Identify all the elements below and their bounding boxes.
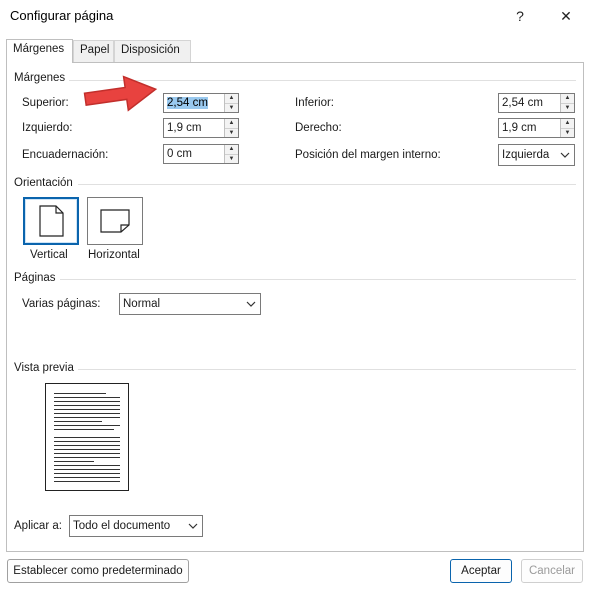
right-margin-value[interactable]: 1,9 cm [499, 119, 560, 137]
landscape-label[interactable]: Horizontal [88, 249, 140, 261]
orientation-section-label: Orientación [14, 177, 77, 189]
preview-divider [76, 369, 576, 370]
landscape-page-icon [100, 209, 130, 233]
top-margin-label: Superior: [22, 97, 69, 109]
chevron-down-icon [184, 523, 202, 529]
pages-section-label: Páginas [14, 272, 60, 284]
spin-up-icon[interactable]: ▲ [561, 94, 574, 104]
portrait-option[interactable] [23, 197, 79, 245]
red-arrow-icon [82, 74, 160, 114]
gutter-spinner[interactable]: 0 cm ▲ ▼ [163, 144, 239, 164]
bottom-margin-value[interactable]: 2,54 cm [499, 94, 560, 112]
tab-papel[interactable]: Papel [73, 40, 114, 62]
gutter-label: Encuadernación: [22, 149, 109, 161]
spin-up-icon[interactable]: ▲ [225, 119, 238, 129]
spin-down-icon[interactable]: ▼ [561, 128, 574, 137]
spin-down-icon[interactable]: ▼ [225, 154, 238, 163]
right-margin-arrows[interactable]: ▲ ▼ [560, 119, 574, 137]
landscape-option[interactable] [87, 197, 143, 245]
gutter-position-select[interactable]: Izquierda [498, 144, 575, 166]
multiple-pages-label: Varias páginas: [22, 298, 101, 310]
top-margin-arrows[interactable]: ▲ ▼ [224, 94, 238, 112]
left-margin-arrows[interactable]: ▲ ▼ [224, 119, 238, 137]
gutter-position-value: Izquierda [502, 149, 550, 161]
multiple-pages-value: Normal [123, 298, 161, 310]
margins-section-label: Márgenes [14, 72, 70, 84]
spin-up-icon[interactable]: ▲ [225, 145, 238, 155]
right-margin-spinner[interactable]: 1,9 cm ▲ ▼ [498, 118, 575, 138]
top-margin-spinner[interactable]: 2,54 cm ▲ ▼ [163, 93, 239, 113]
left-margin-value[interactable]: 1,9 cm [164, 119, 224, 137]
bottom-margin-arrows[interactable]: ▲ ▼ [560, 94, 574, 112]
left-margin-label: Izquierdo: [22, 122, 73, 134]
multiple-pages-select[interactable]: Normal [119, 293, 261, 315]
gutter-position-label: Posición del margen interno: [295, 149, 441, 161]
apply-to-value: Todo el documento [73, 520, 171, 532]
chevron-down-icon [556, 152, 574, 158]
spin-down-icon[interactable]: ▼ [225, 103, 238, 112]
spin-up-icon[interactable]: ▲ [561, 119, 574, 129]
portrait-page-icon [39, 205, 64, 237]
ok-button[interactable]: Aceptar [450, 559, 512, 583]
apply-to-label: Aplicar a: [14, 520, 62, 532]
pages-divider [60, 279, 576, 280]
orientation-divider [78, 184, 576, 185]
portrait-label[interactable]: Vertical [30, 249, 68, 261]
cancel-button[interactable]: Cancelar [521, 559, 583, 583]
top-margin-value-text: 2,54 cm [167, 97, 208, 109]
close-button[interactable]: ✕ [546, 2, 586, 30]
top-margin-value[interactable]: 2,54 cm [164, 94, 224, 112]
spin-down-icon[interactable]: ▼ [561, 103, 574, 112]
preview-page-image [45, 383, 129, 491]
tab-disposicion[interactable]: Disposición [114, 40, 191, 62]
left-margin-spinner[interactable]: 1,9 cm ▲ ▼ [163, 118, 239, 138]
spin-down-icon[interactable]: ▼ [225, 128, 238, 137]
gutter-arrows[interactable]: ▲ ▼ [224, 145, 238, 163]
bottom-margin-spinner[interactable]: 2,54 cm ▲ ▼ [498, 93, 575, 113]
right-margin-label: Derecho: [295, 122, 342, 134]
spin-up-icon[interactable]: ▲ [225, 94, 238, 104]
help-button[interactable]: ? [500, 2, 540, 30]
tab-margenes[interactable]: Márgenes [6, 39, 73, 63]
gutter-value[interactable]: 0 cm [164, 145, 224, 163]
apply-to-select[interactable]: Todo el documento [69, 515, 203, 537]
window-title: Configurar página [10, 8, 114, 23]
set-default-button[interactable]: Establecer como predeterminado [7, 559, 189, 583]
title-bar: Configurar página ? ✕ [0, 0, 590, 34]
preview-section-label: Vista previa [14, 362, 78, 374]
chevron-down-icon [242, 301, 260, 307]
bottom-margin-label: Inferior: [295, 97, 334, 109]
